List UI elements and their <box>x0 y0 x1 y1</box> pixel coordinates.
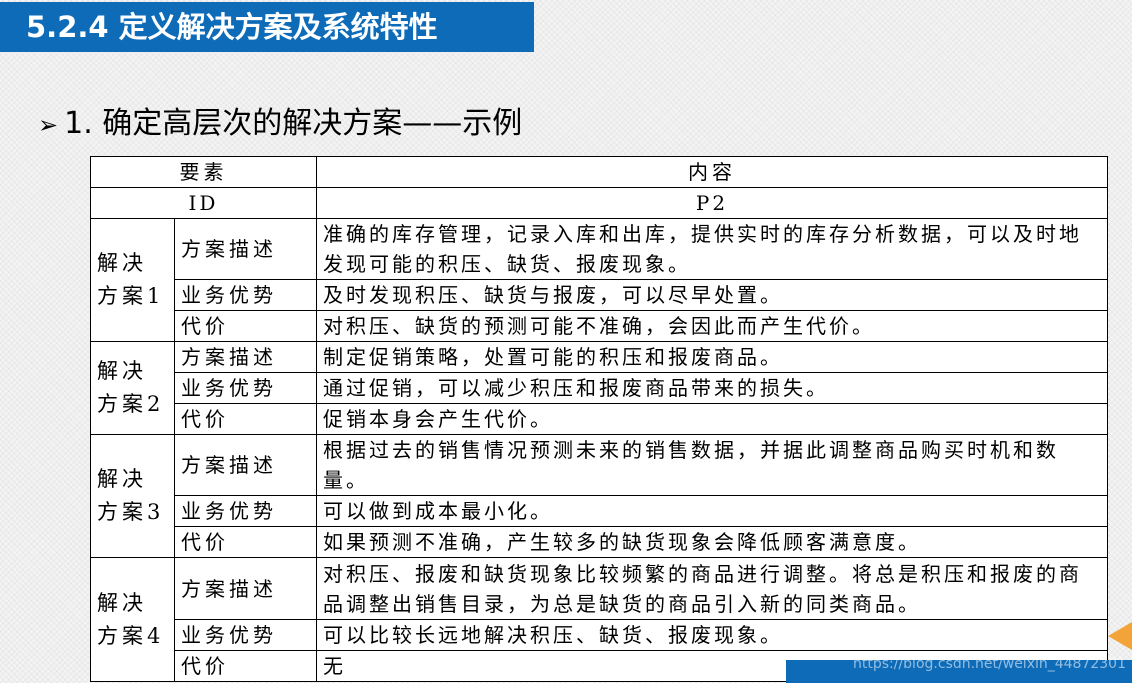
attribute-cell: 业务优势 <box>174 279 317 311</box>
table-row: 解决方案4 方案描述 对积压、报废和缺货现象比较频繁的商品进行调整。将总是积压和报废… <box>90 557 1108 682</box>
watermark: https://blog.csdn.net/weixin_44872301 <box>852 656 1126 672</box>
content-cell: 对积压、报废和缺货现象比较频繁的商品进行调整。将总是积压和报废的商品调整出销售目… <box>316 557 1108 620</box>
section-heading-text: 1. 确定高层次的解决方案——示例 <box>64 106 523 141</box>
arrow-bullet-icon: ➢ <box>38 111 59 139</box>
table-row: 解决方案3 方案描述 根据过去的销售情况预测未来的销售数据，并据此调整商品购买时机和… <box>90 434 1108 558</box>
content-cell: 根据过去的销售情况预测未来的销售数据，并据此调整商品购买时机和数量。 <box>316 434 1108 496</box>
table-row: 解决方案1 方案描述 准确的库存管理，记录入库和出库，提供实时的库存分析数据，可以及… <box>90 218 1108 342</box>
table-row: 业务优势 可以比较长远地解决积压、缺货、报废现象。 <box>91 619 1108 651</box>
solution-name-cell: 解决方案4 <box>90 557 175 682</box>
content-cell: 可以比较长远地解决积压、缺货、报废现象。 <box>316 619 1108 651</box>
attribute-cell: 方案描述 <box>174 218 317 280</box>
content-cell: 准确的库存管理，记录入库和出库，提供实时的库存分析数据，可以及时地发现可能的积压… <box>316 218 1108 280</box>
attribute-cell: 方案描述 <box>174 557 317 620</box>
table-row: 代价 对积压、缺货的预测可能不准确，会因此而产生代价。 <box>91 310 1108 342</box>
table-row: 代价 如果预测不准确，产生较多的缺货现象会降低顾客满意度。 <box>91 526 1108 558</box>
attribute-cell: 业务优势 <box>174 619 317 651</box>
section-heading: ➢ 1. 确定高层次的解决方案——示例 <box>38 104 522 145</box>
table-row: 业务优势 可以做到成本最小化。 <box>91 495 1108 527</box>
header-cell-content: 内容 <box>316 156 1108 188</box>
attribute-cell: 业务优势 <box>174 495 317 527</box>
solution-name-cell: 解决方案1 <box>90 218 175 342</box>
id-value-cell: P2 <box>316 187 1108 219</box>
content-cell: 如果预测不准确，产生较多的缺货现象会降低顾客满意度。 <box>316 526 1108 558</box>
table-row: 业务优势 通过促销，可以减少积压和报废商品带来的损失。 <box>91 372 1108 404</box>
next-arrow-icon <box>1108 622 1132 650</box>
solution-table: 要素 内容 ID P2 解决方案1 方案描述 准确的库存管理，记录入库和出库，提供实… <box>90 156 1108 682</box>
attribute-cell: 代价 <box>174 650 317 682</box>
table-header-row: 要素 内容 <box>90 156 1108 188</box>
content-cell: 及时发现积压、缺货与报废，可以尽早处置。 <box>316 279 1108 311</box>
header-cell-element: 要素 <box>90 156 317 188</box>
content-cell: 可以做到成本最小化。 <box>316 495 1108 527</box>
content-cell: 对积压、缺货的预测可能不准确，会因此而产生代价。 <box>316 310 1108 342</box>
attribute-cell: 业务优势 <box>174 372 317 404</box>
attribute-cell: 方案描述 <box>174 341 317 373</box>
table-row: 代价 促销本身会产生代价。 <box>91 403 1108 435</box>
table-row: 业务优势 及时发现积压、缺货与报废，可以尽早处置。 <box>91 279 1108 311</box>
content-cell: 促销本身会产生代价。 <box>316 403 1108 435</box>
slide-title: 5.2.4 定义解决方案及系统特性 <box>0 2 534 52</box>
solution-name-cell: 解决方案3 <box>90 434 175 558</box>
solution-name-cell: 解决方案2 <box>90 341 175 435</box>
table-id-row: ID P2 <box>90 187 1108 219</box>
attribute-cell: 代价 <box>174 403 317 435</box>
table-row: 解决方案2 方案描述 制定促销策略，处置可能的积压和报废商品。 <box>90 341 1108 435</box>
attribute-cell: 代价 <box>174 526 317 558</box>
attribute-cell: 代价 <box>174 310 317 342</box>
content-cell: 通过促销，可以减少积压和报废商品带来的损失。 <box>316 372 1108 404</box>
content-cell: 制定促销策略，处置可能的积压和报废商品。 <box>316 341 1108 373</box>
id-label-cell: ID <box>90 187 317 219</box>
attribute-cell: 方案描述 <box>174 434 317 496</box>
